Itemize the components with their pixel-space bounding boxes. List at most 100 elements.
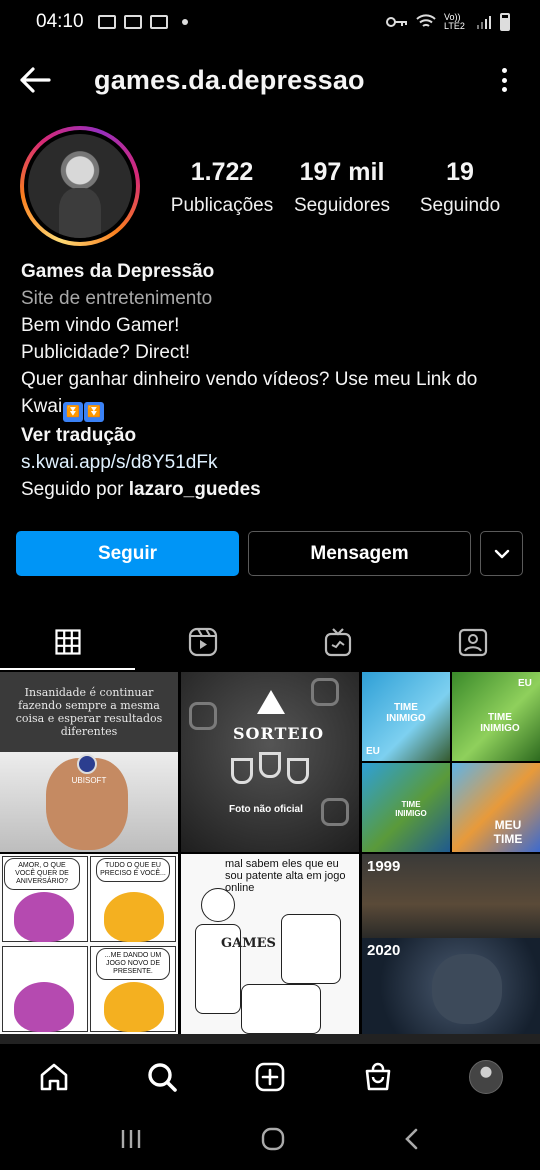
post-thumbnail[interactable]: mal sabem eles que eu sou patente alta e… [181,854,359,1044]
key-icon [386,17,407,27]
profile-actions: Seguir Mensagem [16,531,524,576]
post-logo-text: UBISOFT [71,776,107,785]
followed-by[interactable]: Seguido por lazaro_guedes [21,476,521,503]
post-thumbnail[interactable]: TIME INIMIGO EU TIME INIMIGO EU TIME INI… [362,672,540,852]
ubisoft-logo-icon [77,754,97,774]
stat-posts[interactable]: 1.722 Publicações [160,158,284,217]
reels-icon [188,627,217,657]
suggestions-dropdown-button[interactable] [480,531,523,576]
chevron-down-icon [494,549,509,558]
stat-label: Seguindo [419,195,501,216]
bottom-navigation [0,1046,540,1108]
search-icon [148,1063,177,1092]
year-label: 2020 [367,942,401,959]
double-arrow-down-icon: ⏬ [63,402,84,422]
meme-label: EU [518,678,532,689]
nav-search[interactable] [108,1061,216,1093]
post-quote: Insanidade é continuar fazendo sempre a … [0,672,178,752]
profile-category: Site de entretenimento [21,288,213,309]
network-label: Vo)) LTE2 [444,12,465,31]
back-nav-icon[interactable] [403,1127,421,1151]
comic-bubble: AMOR, O QUE VOCÊ QUER DE ANIVERSÁRIO? [4,858,80,890]
profile-stats: 1.722 Publicações 197 mil Seguidores 19 … [160,158,520,217]
profile-tabs [0,614,540,670]
instagram-logo-icon [321,798,349,826]
meme-label: TIME INIMIGO [395,800,427,818]
comic-bubble: ...ME DANDO UM JOGO NOVO DE PRESENTE. [96,948,170,980]
status-time: 04:10 [36,11,84,32]
year-label: 1999 [367,858,401,875]
screenshot-icon [149,15,168,29]
more-vertical-icon [501,68,507,73]
more-options-button[interactable] [494,64,514,96]
stat-followers[interactable]: 197 mil Seguidores [284,158,400,217]
avatar-image [28,134,132,238]
warning-icon [257,690,285,714]
nav-home[interactable] [0,1061,108,1093]
post-caption: mal sabem eles que eu sou patente alta e… [225,858,346,894]
bio-line: Publicidade? Direct! [21,342,190,363]
profile-bio: Games da Depressão Site de entreteniment… [21,258,521,503]
tab-igtv[interactable] [270,614,405,670]
meme-label: TIME INIMIGO [480,712,520,734]
posts-grid: Insanidade é continuar fazendo sempre a … [0,672,540,1044]
battery-icon [500,13,510,31]
bio-line: Quer ganhar dinheiro vendo vídeos? Use m… [21,369,478,390]
double-arrow-down-icon: ⏬ [84,402,105,422]
post-thumbnail[interactable]: Insanidade é continuar fazendo sempre a … [0,672,178,852]
nav-new-post[interactable] [216,1061,324,1093]
tab-reels[interactable] [135,614,270,670]
tab-grid[interactable] [0,614,135,670]
translate-link[interactable]: Ver tradução [21,422,521,449]
post-title: SORTEIO [233,724,325,743]
bio-kwai: Kwai [21,396,63,417]
home-icon [40,1063,68,1091]
profile-header: games.da.depressao [0,52,540,108]
meme-label: MEU TIME [493,818,523,846]
comic-bubble: TUDO O QUE EU PRECISO É VOCÊ... [96,858,170,882]
game-icon [123,15,142,29]
post-watermark: GAMES [221,936,276,951]
post-thumbnail[interactable]: SORTEIO Foto não oficial [181,672,359,852]
page-title: games.da.depressao [94,64,365,95]
post-footer: Foto não oficial [229,804,303,815]
profile-avatar[interactable] [20,126,140,246]
nav-shop[interactable] [324,1061,432,1093]
trophy-icon [259,752,281,778]
follow-button[interactable]: Seguir [16,531,239,576]
stat-label: Seguidores [293,195,391,216]
profile-avatar [469,1060,503,1094]
trophy-icon [231,758,253,784]
grid-icon [54,629,81,655]
system-navigation [0,1108,540,1170]
bio-line: Bem vindo Gamer! [21,315,180,336]
stat-following[interactable]: 19 Seguindo [400,158,520,217]
post-thumbnail[interactable]: 1999 2020 [362,854,540,1044]
stat-value: 19 [446,158,474,186]
stat-label: Publicações [170,195,274,216]
home-button-icon[interactable] [260,1126,286,1152]
dot-icon [181,19,188,25]
wifi-icon [416,14,436,27]
tagged-icon [458,628,487,657]
profile-name: Games da Depressão [21,261,215,282]
status-bar: 04:10 Vo)) LTE2 [0,0,540,44]
shop-icon [365,1062,391,1091]
instagram-logo-icon [189,702,217,730]
stat-value: 1.722 [190,158,254,186]
grid-next-row [0,1034,540,1044]
arrow-left-icon [20,67,51,93]
signal-icon [477,16,491,29]
igtv-icon [324,628,351,657]
bio-website-link[interactable]: s.kwai.app/s/d8Y51dFk [21,449,521,476]
recent-apps-icon[interactable] [119,1128,143,1150]
back-button[interactable] [0,52,70,108]
message-button[interactable]: Mensagem [248,531,471,576]
meme-label: EU [366,746,380,757]
nav-profile[interactable] [432,1060,540,1094]
meme-label: TIME INIMIGO [386,702,426,724]
post-thumbnail[interactable]: AMOR, O QUE VOCÊ QUER DE ANIVERSÁRIO? TU… [0,854,178,1044]
instagram-logo-icon [311,678,339,706]
tab-tagged[interactable] [405,614,540,670]
followed-by-user: lazaro_guedes [128,479,261,500]
